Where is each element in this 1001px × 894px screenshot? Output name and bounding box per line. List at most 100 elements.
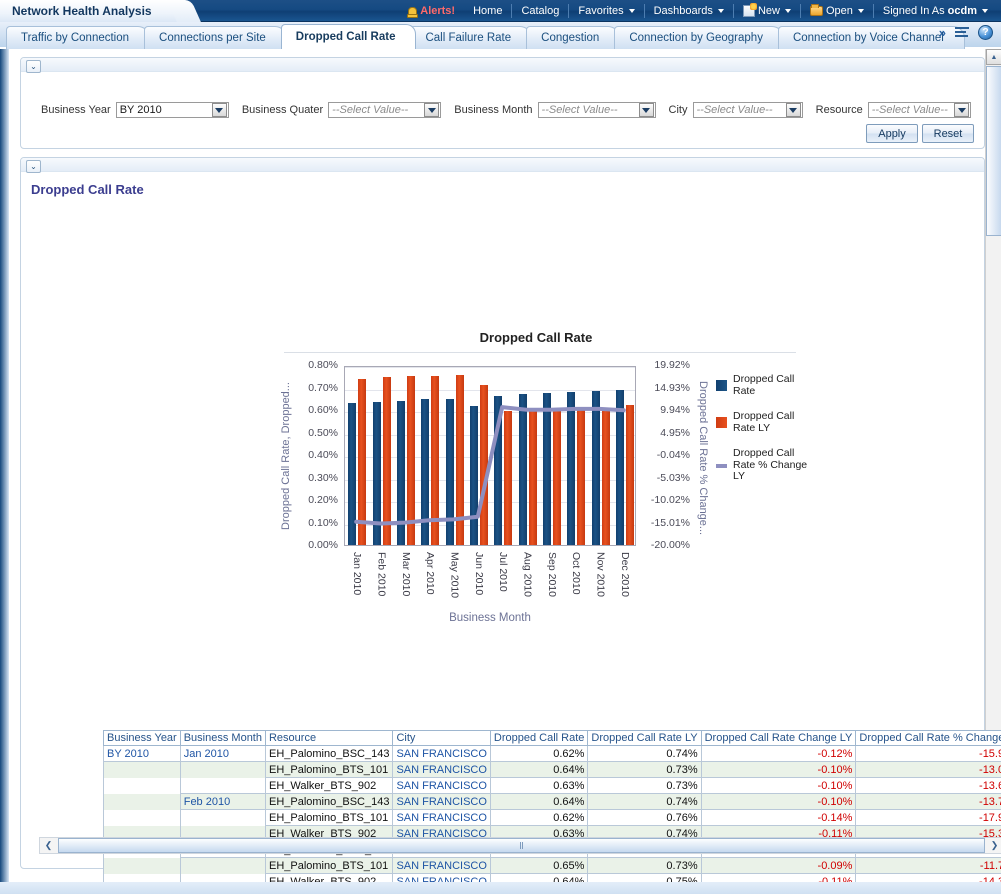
table-header-cell[interactable]: Resource xyxy=(265,731,392,746)
tab-label: Call Failure Rate xyxy=(425,32,511,44)
bell-icon xyxy=(406,6,417,17)
y-axis-tick: 0.20% xyxy=(290,494,338,506)
new-menu[interactable]: New xyxy=(734,0,800,22)
tab-label: Connection by Voice Channel xyxy=(793,32,944,44)
application-title-tab: Network Health Analysis xyxy=(0,0,186,22)
filter-select-business-month[interactable]: --Select Value-- xyxy=(538,102,656,118)
y-axis-tick: 0.00% xyxy=(290,539,338,551)
table-header-cell[interactable]: Dropped Call Rate % Change LY xyxy=(856,731,1001,746)
x-axis-tick: Aug 2010 xyxy=(520,552,534,606)
table-cell: EH_Palomino_BTS_101 xyxy=(265,858,392,874)
y2-axis-tick: -20.00% xyxy=(640,539,690,551)
more-tabs-button[interactable]: » xyxy=(939,25,946,40)
apply-button[interactable]: Apply xyxy=(866,124,918,143)
legend-item[interactable]: Dropped Call Rate % Change LY xyxy=(716,448,816,483)
filter-row: Business YearBY 2010Business Quater--Sel… xyxy=(21,92,984,128)
catalog-link[interactable]: Catalog xyxy=(512,0,568,22)
dropped-call-rate-chart: Dropped Call Rate Dropped Call Rate, Dro… xyxy=(276,330,816,640)
scroll-left-button[interactable]: ❮ xyxy=(40,838,57,853)
tab-connections-per-site[interactable]: Connections per Site xyxy=(144,26,287,49)
y-axis-tick: 0.40% xyxy=(290,449,338,461)
table-cell: -17.91% xyxy=(856,810,1001,826)
chevron-down-icon xyxy=(718,9,724,13)
chevron-down-icon[interactable] xyxy=(424,103,439,117)
table-row[interactable]: EH_Palomino_BTS_101SAN FRANCISCO0.64%0.7… xyxy=(104,762,1001,778)
chevron-down-icon[interactable] xyxy=(786,103,801,117)
filter-value: BY 2010 xyxy=(120,104,162,116)
y2-axis-tick: -0.04% xyxy=(640,449,690,461)
filter-label-business-year: Business Year xyxy=(41,104,111,116)
report-panel: ⌄ Dropped Call Rate Dropped Call Rate Dr… xyxy=(20,157,985,869)
table-row[interactable]: EH_Palomino_BTS_101SAN FRANCISCO0.65%0.7… xyxy=(104,858,1001,874)
filter-select-business-quater[interactable]: --Select Value-- xyxy=(328,102,441,118)
table-row[interactable]: Feb 2010EH_Palomino_BSC_143SAN FRANCISCO… xyxy=(104,794,1001,810)
table-header-cell[interactable]: Dropped Call Rate LY xyxy=(588,731,701,746)
new-document-icon xyxy=(743,5,755,17)
table-cell: EH_Palomino_BSC_143 xyxy=(265,794,392,810)
tab-call-failure-rate[interactable]: Call Failure Rate xyxy=(410,26,532,49)
chevron-down-icon xyxy=(785,9,791,13)
dropped-call-rate-table: Business YearBusiness MonthResourceCityD… xyxy=(103,730,1001,894)
legend-swatch xyxy=(716,380,727,391)
home-link[interactable]: Home xyxy=(464,0,511,22)
legend-item[interactable]: Dropped Call Rate xyxy=(716,374,816,397)
horizontal-scrollbar[interactable]: ❮ ❯ xyxy=(39,837,1001,854)
chevron-down-icon[interactable] xyxy=(954,103,969,117)
vertical-scroll-thumb[interactable] xyxy=(986,66,1001,236)
table-cell: -13.09% xyxy=(856,762,1001,778)
table-cell xyxy=(104,858,181,874)
legend-item[interactable]: Dropped Call Rate LY xyxy=(716,411,816,434)
report-title: Dropped Call Rate xyxy=(31,182,144,197)
chevron-down-icon[interactable] xyxy=(639,103,654,117)
favorites-menu[interactable]: Favorites xyxy=(569,0,643,22)
table-header-cell[interactable]: Dropped Call Rate Change LY xyxy=(701,731,856,746)
new-label: New xyxy=(758,5,780,17)
legend-swatch xyxy=(716,464,727,468)
table-cell xyxy=(104,762,181,778)
alerts-link[interactable]: Alerts! xyxy=(397,0,464,22)
table-cell: 0.74% xyxy=(588,746,701,762)
table-cell: 0.73% xyxy=(588,858,701,874)
tab-dropped-call-rate[interactable]: Dropped Call Rate xyxy=(281,24,417,49)
alerts-label: Alerts! xyxy=(420,5,455,17)
chevron-down-icon[interactable] xyxy=(212,103,227,117)
table-row[interactable]: EH_Walker_BTS_902SAN FRANCISCO0.63%0.73%… xyxy=(104,778,1001,794)
table-header-cell[interactable]: Business Year xyxy=(104,731,181,746)
scroll-right-button[interactable]: ❯ xyxy=(986,838,1001,853)
reset-button[interactable]: Reset xyxy=(922,124,974,143)
y2-axis-tick: 19.92% xyxy=(640,359,690,371)
filter-select-business-year[interactable]: BY 2010 xyxy=(116,102,229,118)
table-cell xyxy=(104,810,181,826)
table-cell: 0.64% xyxy=(490,794,588,810)
table-cell: -15.95% xyxy=(856,746,1001,762)
scroll-up-button[interactable]: ▲ xyxy=(986,49,1001,65)
legend-label: Dropped Call Rate LY xyxy=(733,411,816,434)
filter-select-resource[interactable]: --Select Value-- xyxy=(868,102,971,118)
favorites-label: Favorites xyxy=(578,5,623,17)
table-cell: SAN FRANCISCO xyxy=(393,858,490,874)
table-cell: EH_Palomino_BTS_101 xyxy=(265,810,392,826)
page-options-icon[interactable] xyxy=(955,26,969,39)
x-axis-tick: Oct 2010 xyxy=(568,552,582,606)
horizontal-scroll-thumb[interactable] xyxy=(58,838,985,853)
help-icon[interactable]: ? xyxy=(978,25,993,40)
table-cell: Jan 2010 xyxy=(180,746,265,762)
table-row[interactable]: EH_Palomino_BTS_101SAN FRANCISCO0.62%0.7… xyxy=(104,810,1001,826)
table-header-cell[interactable]: Dropped Call Rate xyxy=(490,731,588,746)
table-row[interactable]: BY 2010Jan 2010EH_Palomino_BSC_143SAN FR… xyxy=(104,746,1001,762)
tab-label: Connections per Site xyxy=(159,32,266,44)
user-menu[interactable]: Signed In As ocdm xyxy=(874,0,997,22)
tab-connection-by-geography[interactable]: Connection by Geography xyxy=(614,26,784,49)
table-cell: -13.61% xyxy=(856,778,1001,794)
filter-select-city[interactable]: --Select Value-- xyxy=(693,102,803,118)
tab-congestion[interactable]: Congestion xyxy=(526,26,620,49)
open-menu[interactable]: Open xyxy=(801,0,873,22)
table-header-cell[interactable]: Business Month xyxy=(180,731,265,746)
filter-panel-collapse-button[interactable]: ⌄ xyxy=(26,60,41,73)
tab-traffic-by-connection[interactable]: Traffic by Connection xyxy=(6,26,150,49)
report-panel-collapse-button[interactable]: ⌄ xyxy=(26,160,41,173)
status-bar xyxy=(0,882,1001,894)
table-header-cell[interactable]: City xyxy=(393,731,490,746)
x-axis-tick: Sep 2010 xyxy=(544,552,558,606)
dashboards-menu[interactable]: Dashboards xyxy=(645,0,733,22)
